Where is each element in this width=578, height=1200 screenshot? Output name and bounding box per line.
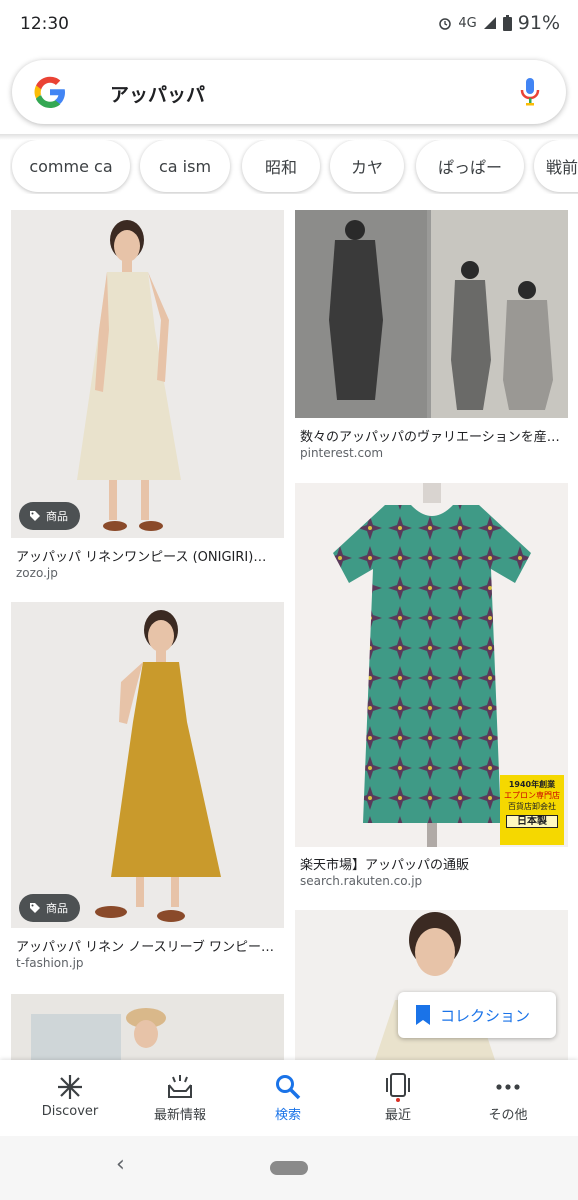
store-tag: 1940年創業 エプロン専門店 百貨店卸会社 日本製 [500,775,564,845]
product-badge: 商品 [19,894,80,922]
bottom-nav: Discover 最新情報 検索 最近 その他 [0,1060,578,1136]
alarm-icon [439,18,452,30]
updates-icon [168,1075,192,1098]
result-caption[interactable]: アッパッパ リネン ノースリーブ ワンピー… [16,936,281,955]
result-image[interactable] [295,210,568,418]
result-image[interactable] [11,210,284,538]
system-nav-bar: ‹ [0,1136,578,1200]
image-result[interactable]: 商品 アッパッパ リネン ノースリーブ ワンピー… t-fashion.jp [11,602,284,977]
tag-icon [30,511,40,521]
result-caption[interactable]: アッパッパ リネンワンピース (ONIGIRI)… [16,546,281,565]
back-icon[interactable]: ‹ [116,1152,125,1177]
nav-label: その他 [488,1108,528,1123]
status-icons: 4G 91% [438,12,560,34]
result-caption[interactable]: 楽天市場】アッパッパの通販 [300,854,565,873]
image-result[interactable]: 数々のアッパッパのヴァリエーションを産… pinterest.com [295,210,568,470]
more-icon [496,1084,520,1090]
chip-kaya[interactable]: カヤ [330,140,404,192]
store-tag-line2: エプロン専門店 [504,791,560,800]
home-pill[interactable] [270,1161,308,1175]
search-icon [276,1075,301,1100]
status-time: 12:30 [20,14,69,34]
chip-comme-ca[interactable]: comme ca [12,140,130,192]
asterisk-icon [58,1075,82,1099]
result-image[interactable] [11,994,284,1060]
battery-percent: 91% [517,12,560,34]
nav-updates[interactable]: 最新情報 [130,1072,230,1123]
result-source: zozo.jp [16,566,58,580]
image-result[interactable]: 商品 アッパッパ リネンワンピース (ONIGIRI)… zozo.jp [11,210,284,585]
network-label: 4G [458,15,477,31]
nav-label: 最近 [384,1108,411,1123]
chip-showa[interactable]: 昭和 [242,140,320,192]
chip-senzen[interactable]: 戦前 [534,140,578,192]
result-image[interactable] [11,602,284,928]
chip-pappa[interactable]: ぱっぱー [416,140,524,192]
result-caption[interactable]: 数々のアッパッパのヴァリエーションを産… [300,426,565,445]
nav-search[interactable]: 検索 [238,1072,338,1123]
result-source: search.rakuten.co.jp [300,874,423,888]
image-result[interactable]: 1940年創業 エプロン専門店 百貨店卸会社 日本製 楽天市場】アッパッパの通販… [295,483,568,893]
google-logo-icon[interactable] [32,74,68,110]
signal-icon [483,17,496,29]
search-query[interactable]: アッパッパ [110,80,205,107]
product-badge: 商品 [19,502,80,530]
tag-icon [30,903,40,913]
battery-icon [502,15,512,31]
status-bar: 12:30 4G 91% [0,0,578,48]
badge-label: 商品 [46,510,68,523]
nav-label: Discover [41,1104,99,1119]
store-tag-line3: 百貨店卸会社 [508,802,556,811]
collection-button[interactable]: コレクション [398,992,556,1038]
badge-label: 商品 [46,902,68,915]
suggestion-chips: comme ca ca ism 昭和 カヤ ぱっぱー 戦前 [10,140,578,194]
store-tag-line1: 1940年創業 [508,780,556,789]
store-tag-line4: 日本製 [506,815,558,828]
result-source: t-fashion.jp [16,956,84,970]
recents-icon [386,1073,410,1102]
search-bar[interactable]: アッパッパ [12,60,566,124]
bookmark-icon [416,1005,430,1025]
result-source: pinterest.com [300,446,384,460]
nav-label: 検索 [274,1108,301,1123]
mic-icon[interactable] [518,76,542,108]
nav-more[interactable]: その他 [458,1072,558,1123]
chip-ca-ism[interactable]: ca ism [140,140,230,192]
nav-recents[interactable]: 最近 [348,1072,448,1123]
image-result[interactable] [11,994,284,1060]
collection-label: コレクション [440,1006,531,1025]
nav-discover[interactable]: Discover [20,1072,120,1119]
nav-label: 最新情報 [153,1108,206,1123]
